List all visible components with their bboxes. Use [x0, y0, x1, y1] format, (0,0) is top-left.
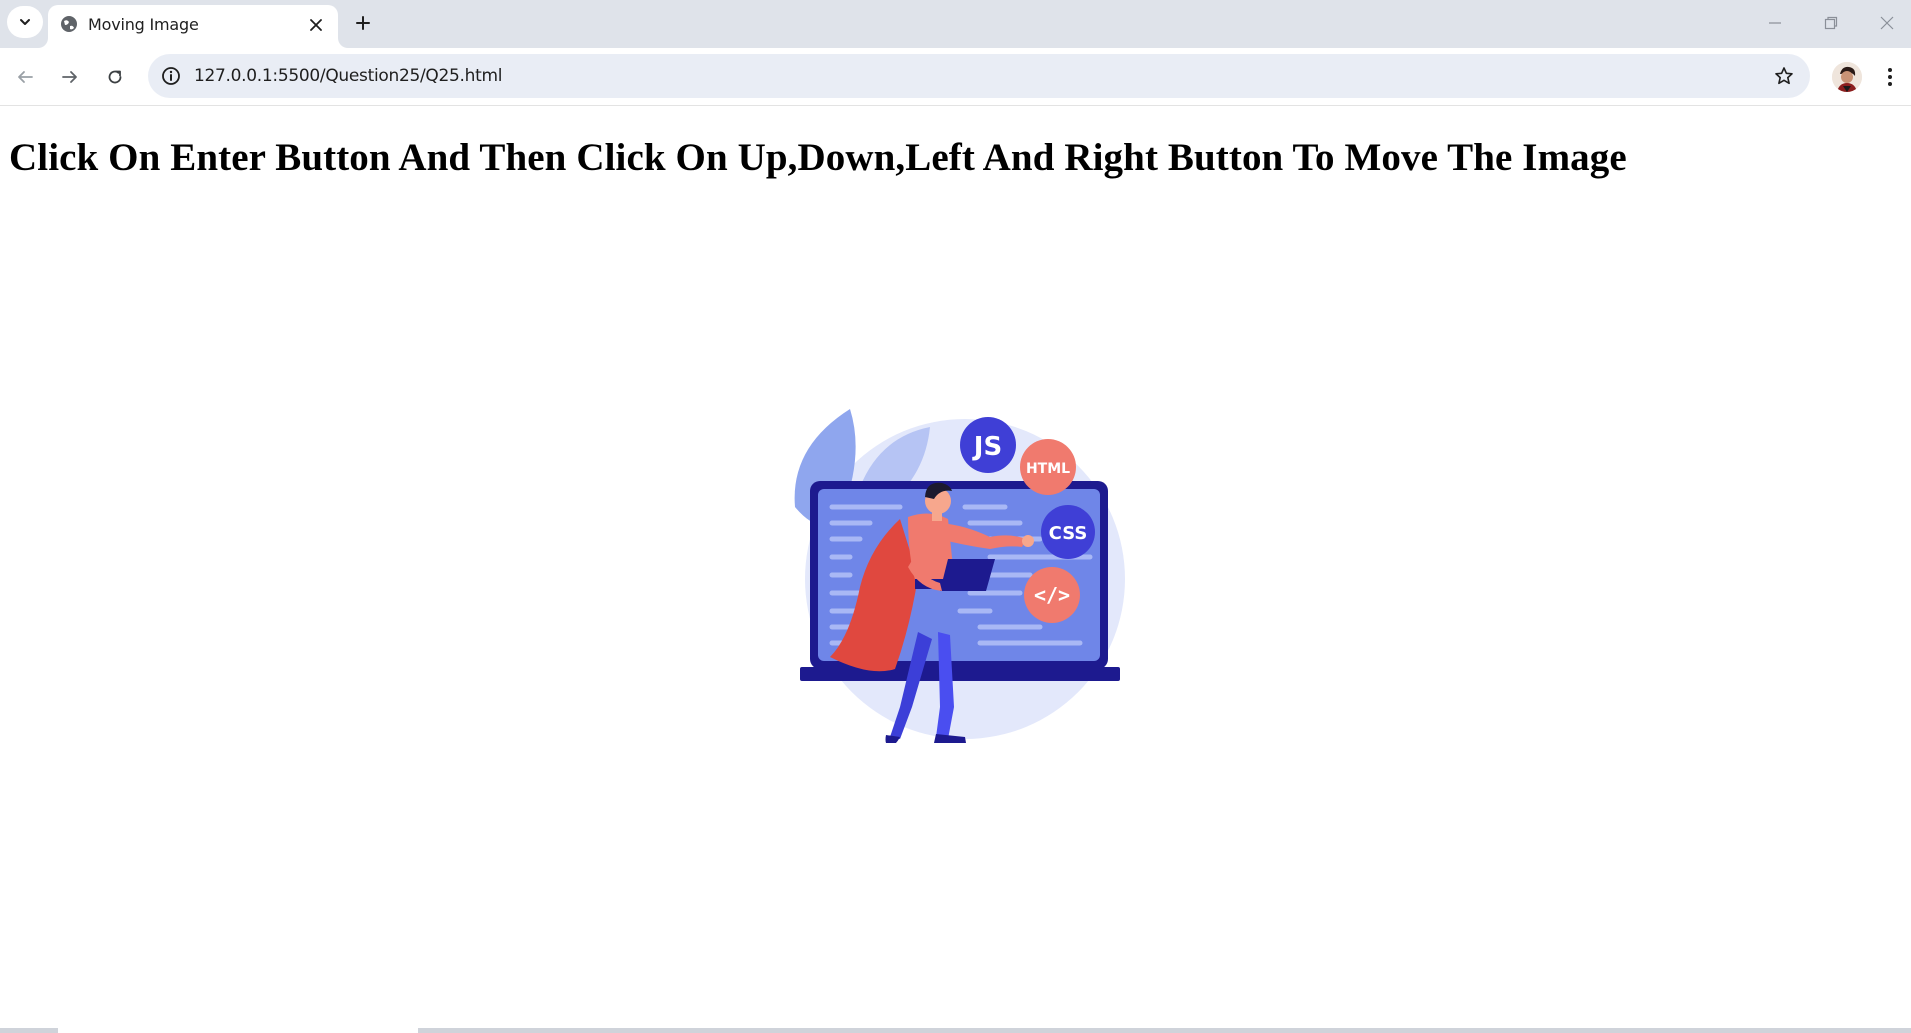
laptop-base [800, 667, 1120, 681]
url-text: 127.0.0.1:5500/Question25/Q25.html [194, 66, 503, 86]
tab-strip: Moving Image [0, 0, 1911, 48]
arrow-left-icon [18, 71, 33, 83]
chevron-down-icon [20, 19, 30, 25]
tab-title: Moving Image [88, 15, 199, 34]
browser-menu-button[interactable] [1875, 62, 1905, 92]
info-icon [162, 67, 180, 85]
site-info-button[interactable] [160, 65, 182, 87]
minimize-button[interactable] [1760, 10, 1790, 36]
js-badge-label: JS [972, 432, 1002, 462]
hero-laptop [940, 559, 995, 591]
window-close-button[interactable] [1872, 10, 1902, 36]
restore-icon [1824, 16, 1838, 30]
html-badge-label: HTML [1026, 461, 1070, 477]
bookmark-button[interactable] [1772, 64, 1796, 88]
reload-button[interactable] [100, 62, 130, 92]
plus-icon [356, 16, 370, 30]
page-heading: Click On Enter Button And Then Click On … [9, 136, 1627, 179]
avatar-image [1832, 62, 1862, 92]
browser-toolbar: 127.0.0.1:5500/Question25/Q25.html [0, 48, 1911, 106]
code-badge-label: </> [1034, 583, 1070, 607]
tab-close-button[interactable] [306, 15, 326, 35]
profile-avatar[interactable] [1832, 62, 1862, 92]
scrollbar-thumb[interactable] [58, 1028, 418, 1033]
more-vert-icon [1888, 68, 1892, 86]
forward-button[interactable] [55, 62, 85, 92]
minimize-icon [1769, 22, 1781, 24]
new-tab-button[interactable] [350, 10, 376, 36]
restore-button[interactable] [1816, 10, 1846, 36]
star-icon [1775, 67, 1793, 85]
back-button[interactable] [10, 62, 40, 92]
close-icon [1880, 16, 1894, 30]
hero-hand [1022, 535, 1034, 547]
css-badge-label: CSS [1049, 523, 1088, 544]
reload-icon [108, 70, 122, 84]
hero-neck [932, 511, 942, 521]
page-viewport: Click On Enter Button And Then Click On … [0, 107, 1911, 1028]
address-bar[interactable]: 127.0.0.1:5500/Question25/Q25.html [148, 54, 1810, 98]
tab-search-button[interactable] [7, 6, 43, 38]
active-tab[interactable]: Moving Image [48, 5, 338, 48]
close-icon [310, 19, 322, 31]
moving-image: JS HTML CSS </> [794, 409, 1125, 743]
globe-icon [61, 16, 77, 32]
arrow-right-icon [62, 71, 77, 83]
